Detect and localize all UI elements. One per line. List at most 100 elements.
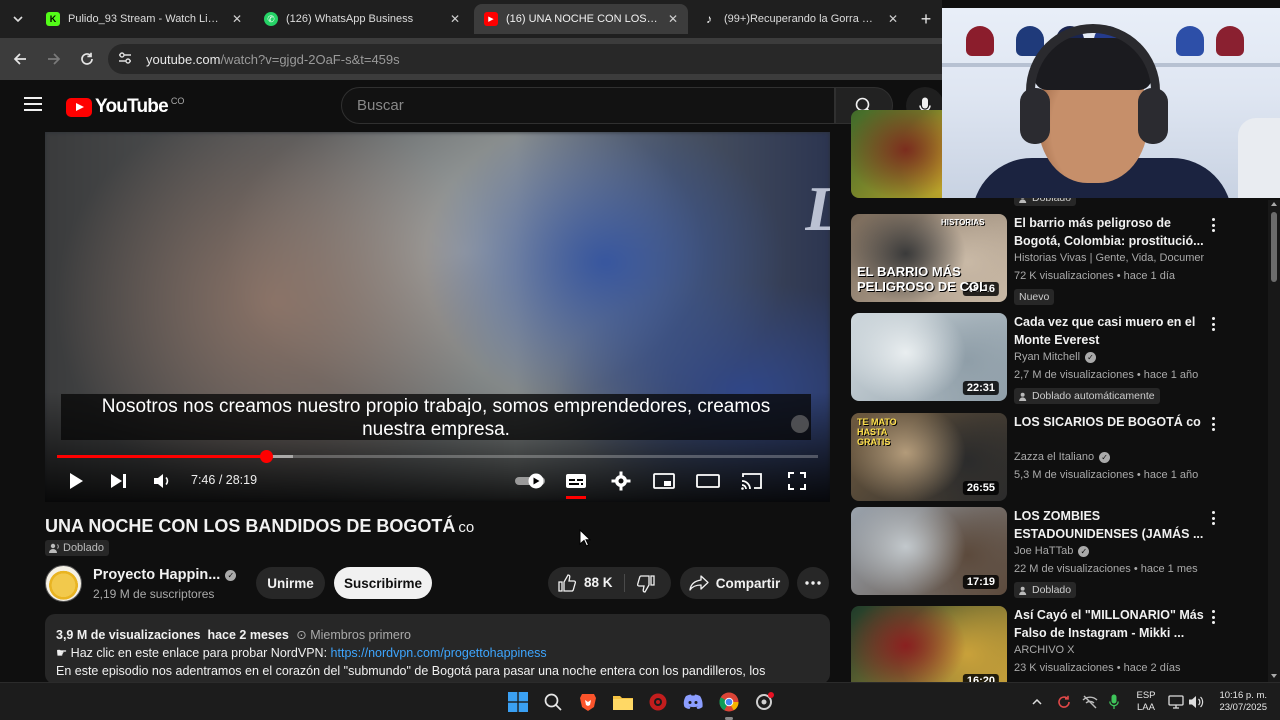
share-button[interactable]: Compartir: [680, 567, 789, 599]
channel-avatar[interactable]: [45, 565, 82, 602]
youtube-logo[interactable]: YouTube CO: [66, 96, 184, 118]
system-clock[interactable]: 10:16 p. m. 23/07/2025: [1213, 690, 1267, 714]
theater-mode-button[interactable]: [696, 466, 720, 496]
microphone-tray-icon[interactable]: [1109, 683, 1119, 720]
recommended-title[interactable]: Cada vez que casi muero en el Monte Ever…: [1014, 313, 1204, 349]
speaker-icon[interactable]: [1188, 683, 1204, 720]
page-scrollbar[interactable]: [1268, 200, 1280, 682]
url-path: /watch?v=gjgd-2OaF-s&t=459s: [220, 51, 400, 67]
discord-icon[interactable]: [681, 690, 705, 714]
windows-logo-icon: [508, 692, 528, 712]
captions-button[interactable]: [564, 466, 588, 496]
description-box[interactable]: 3,9 M de visualizaciones hace 2 meses ⊙ …: [45, 614, 830, 684]
dislike-button[interactable]: [625, 567, 671, 599]
recommended-title[interactable]: Así Cayó el "MILLONARIO" Más Falso de In…: [1014, 606, 1204, 642]
tab-close-icon[interactable]: ✕: [232, 12, 242, 26]
like-button[interactable]: 88 K: [548, 567, 624, 599]
recommended-channel[interactable]: Ryan Mitchell ✓: [1014, 351, 1204, 363]
recommended-title[interactable]: El barrio más peligroso de Bogotá, Colom…: [1014, 214, 1204, 250]
dubbed-badge: Doblado: [45, 540, 109, 556]
scrollbar-thumb[interactable]: [1271, 212, 1277, 282]
scroll-down-icon[interactable]: [1271, 674, 1277, 678]
recommended-video[interactable]: 22:31 Cada vez que casi muero en el Monte…: [851, 313, 1271, 404]
tab-close-icon[interactable]: ✕: [668, 12, 678, 26]
channel-name[interactable]: Proyecto Happin... ✓: [93, 567, 237, 583]
thumbnail-text: TE MATO HASTA GRATIS: [857, 417, 897, 447]
settings-button[interactable]: [609, 466, 633, 496]
address-bar[interactable]: youtube.com/watch?v=gjgd-2OaF-s&t=459s: [108, 44, 942, 74]
next-button[interactable]: [108, 466, 130, 496]
join-button[interactable]: Unirme: [256, 567, 325, 599]
tab-close-icon[interactable]: ✕: [888, 12, 898, 26]
recommended-channel[interactable]: ARCHIVO X: [1014, 644, 1204, 656]
recommended-title[interactable]: LOS ZOMBIES ESTADOUNIDENSES (JAMÁS ...: [1014, 507, 1204, 543]
chrome-icon[interactable]: [717, 690, 741, 714]
more-vertical-icon[interactable]: [1208, 315, 1218, 333]
recommended-video[interactable]: 26:55 TE MATO HASTA GRATIS LOS SICARIOS DE…: [851, 413, 1271, 501]
dubbed-icon: [1019, 392, 1027, 401]
fullscreen-button[interactable]: [785, 466, 809, 496]
recommended-meta: 23 K visualizaciones • hace 2 días: [1014, 662, 1181, 674]
miniplayer-button[interactable]: [652, 466, 676, 496]
recommended-channel[interactable]: Joe HaTTab ✓: [1014, 545, 1204, 557]
mute-button[interactable]: [151, 466, 173, 496]
brave-browser-icon[interactable]: [576, 690, 600, 714]
file-explorer-icon[interactable]: [611, 690, 635, 714]
new-tab-button[interactable]: +: [915, 8, 937, 30]
like-count: 88 K: [584, 575, 613, 590]
more-vertical-icon[interactable]: [1208, 415, 1218, 433]
taskbar-search-button[interactable]: [541, 690, 565, 714]
more-vertical-icon[interactable]: [1208, 509, 1218, 527]
total-time: 28:19: [225, 473, 258, 487]
app-settings-icon[interactable]: [752, 690, 776, 714]
play-button[interactable]: [65, 466, 87, 496]
scroll-up-icon[interactable]: [1271, 202, 1277, 206]
reload-button[interactable]: [71, 43, 103, 75]
autoplay-toggle[interactable]: [513, 466, 547, 496]
youtube-play-icon: [66, 97, 92, 117]
recommended-meta: 72 K visualizaciones • hace 1 día: [1014, 270, 1176, 282]
back-button[interactable]: [4, 43, 36, 75]
progress-bar[interactable]: [57, 450, 818, 463]
tab-close-icon[interactable]: ✕: [450, 12, 460, 26]
miniplayer-icon: [653, 473, 675, 489]
recommended-title[interactable]: LOS SICARIOS DE BOGOTÁ co: [1014, 413, 1204, 431]
more-vertical-icon[interactable]: [1208, 216, 1218, 234]
recommended-channel[interactable]: Historias Vivas | Gente, Vida, Documenta…: [1014, 252, 1204, 264]
site-info-icon[interactable]: [118, 51, 138, 67]
show-hidden-icons[interactable]: [1032, 683, 1042, 720]
forward-button[interactable]: [38, 43, 70, 75]
subscribe-button[interactable]: Suscribirme: [334, 567, 432, 599]
network-off-icon[interactable]: [1082, 683, 1098, 720]
search-input[interactable]: [357, 97, 817, 114]
recording-app-icon[interactable]: [646, 690, 670, 714]
tab-search-menu-button[interactable]: [5, 6, 31, 32]
browser-tab-whatsapp[interactable]: ✆ (126) WhatsApp Business ✕: [254, 4, 470, 34]
input-language[interactable]: ESP LAA: [1135, 690, 1157, 714]
start-button[interactable]: [506, 690, 530, 714]
browser-tab-kick[interactable]: K Pulido_93 Stream - Watch Live on Kick …: [36, 4, 252, 34]
cast-button[interactable]: [740, 466, 764, 496]
more-actions-button[interactable]: [797, 567, 829, 599]
display-icon[interactable]: [1168, 683, 1184, 720]
verified-icon: ✓: [1085, 351, 1097, 363]
fullscreen-icon: [788, 472, 806, 490]
tab-title: (99+)Recuperando la Gorra Vieja Escu: [724, 13, 880, 25]
dodgers-logo-icon: L: [805, 173, 830, 244]
thumbnail-text: EL BARRIO MÁS PELIGROSO DE COL: [857, 264, 988, 294]
recommended-meta: 5,3 M de visualizaciones • hace 1 año: [1014, 469, 1199, 481]
video-player[interactable]: L Nosotros nos creamos nuestro propio tr…: [45, 132, 830, 502]
recommended-channel[interactable]: Zazza el Italiano ✓: [1014, 451, 1204, 463]
recommended-video[interactable]: 17:19 LOS ZOMBIES ESTADOUNIDENSES (JAMÁS …: [851, 507, 1271, 598]
scrubber-handle[interactable]: [259, 450, 273, 463]
recommended-video[interactable]: 48:16 HISTORIAS EL BARRIO MÁS PELIGROSO DE…: [851, 214, 1271, 305]
menu-icon[interactable]: [24, 97, 42, 111]
recommended-video[interactable]: 16:20 Así Cayó el "MILLONARIO" Más Falso …: [851, 606, 1271, 694]
nordvpn-link[interactable]: https://nordvpn.com/progettohappiness: [331, 646, 547, 660]
search-icon: [544, 693, 562, 711]
sync-icon[interactable]: [1057, 683, 1071, 720]
browser-tab-tiktok[interactable]: ♪ (99+)Recuperando la Gorra Vieja Escu ✕: [692, 4, 908, 34]
browser-tab-youtube[interactable]: ▶ (16) UNA NOCHE CON LOS BANDIDOS ✕: [474, 4, 688, 34]
more-vertical-icon[interactable]: [1208, 608, 1218, 626]
autoplay-toggle-icon: [515, 473, 545, 489]
